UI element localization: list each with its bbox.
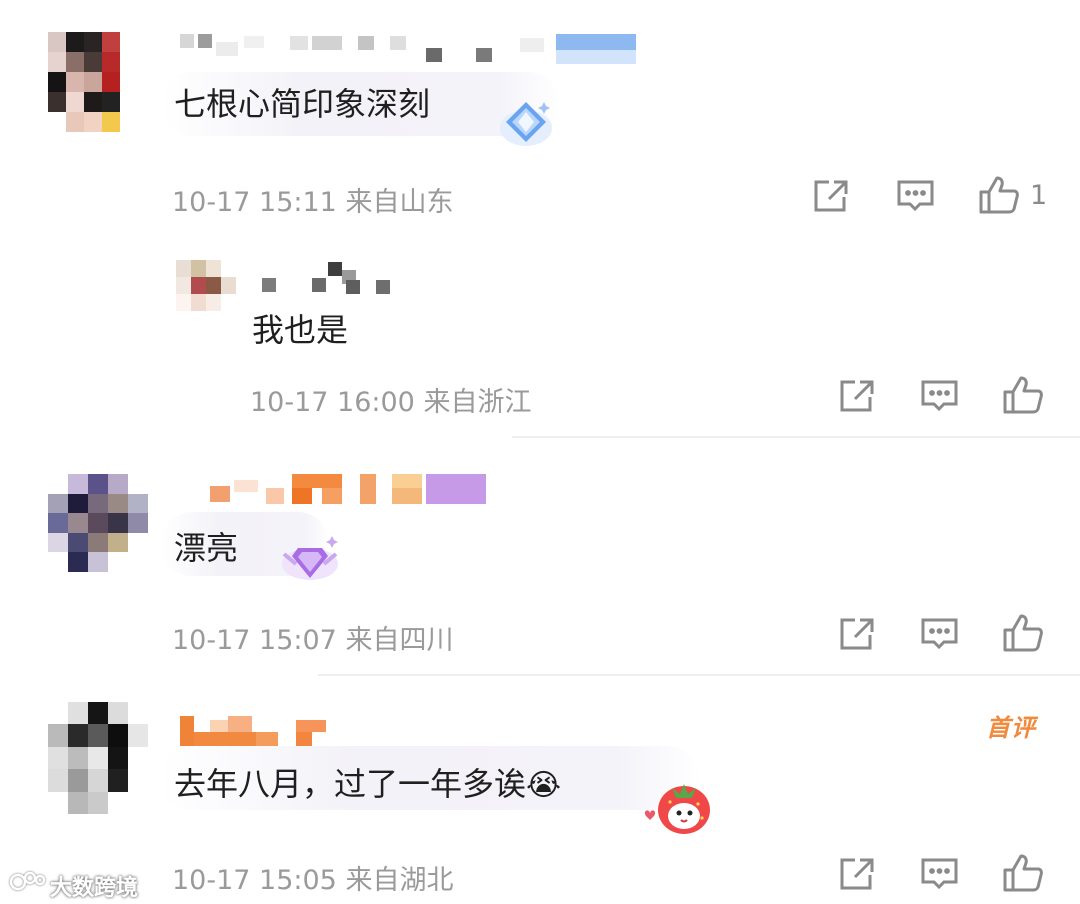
- comment-icon[interactable]: [920, 616, 960, 652]
- comment-location: 来自湖北: [345, 865, 454, 896]
- username-pixelated[interactable]: [262, 262, 402, 296]
- divider: [318, 674, 1080, 676]
- thumbs-up-icon[interactable]: [978, 174, 1020, 216]
- avatar[interactable]: [48, 702, 148, 814]
- username-pixelated[interactable]: [180, 34, 640, 64]
- comment-text: 去年八月，过了一年多诶😭: [174, 765, 562, 803]
- username-pixelated[interactable]: [180, 716, 330, 748]
- comment-icon[interactable]: [896, 178, 936, 214]
- thumbs-up-icon[interactable]: [1002, 374, 1044, 416]
- comment-text: 七根心简印象深刻: [174, 85, 431, 123]
- avatar[interactable]: [48, 32, 138, 132]
- first-comment-badge: 首评: [986, 714, 1036, 742]
- comment-location: 来自山东: [345, 187, 454, 218]
- reply-text: 我也是: [252, 311, 349, 349]
- diamond-badge-icon: [276, 534, 344, 584]
- comment-icon[interactable]: [920, 378, 960, 414]
- share-icon[interactable]: [838, 616, 878, 652]
- like-count: 1: [1030, 180, 1048, 211]
- comment-timestamp: 10-17 15:07 来自四川: [172, 625, 454, 656]
- avatar[interactable]: [176, 260, 236, 312]
- comment-icon[interactable]: [920, 856, 960, 892]
- strawberry-sticker-icon: [636, 778, 716, 836]
- crying-emoji-icon: 😭: [526, 768, 562, 803]
- share-icon[interactable]: [838, 856, 878, 892]
- watermark-text: 大数跨境: [50, 876, 139, 901]
- comment-timestamp: 10-17 15:05 来自湖北: [172, 865, 454, 896]
- avatar[interactable]: [48, 474, 148, 572]
- thumbs-up-icon[interactable]: [1002, 852, 1044, 894]
- reply-timestamp: 10-17 16:00 来自浙江: [250, 387, 532, 418]
- comment-location: 来自四川: [345, 625, 454, 656]
- diamond-badge-icon: [494, 96, 558, 150]
- divider: [512, 436, 1080, 438]
- watermark-logo-icon: [8, 868, 48, 894]
- username-pixelated[interactable]: [180, 474, 490, 506]
- reply-location: 来自浙江: [423, 387, 532, 418]
- comment-timestamp: 10-17 15:11 来自山东: [172, 187, 454, 218]
- thumbs-up-icon[interactable]: [1002, 612, 1044, 654]
- share-icon[interactable]: [838, 378, 878, 414]
- comment-text: 漂亮: [174, 529, 239, 567]
- share-icon[interactable]: [812, 178, 852, 214]
